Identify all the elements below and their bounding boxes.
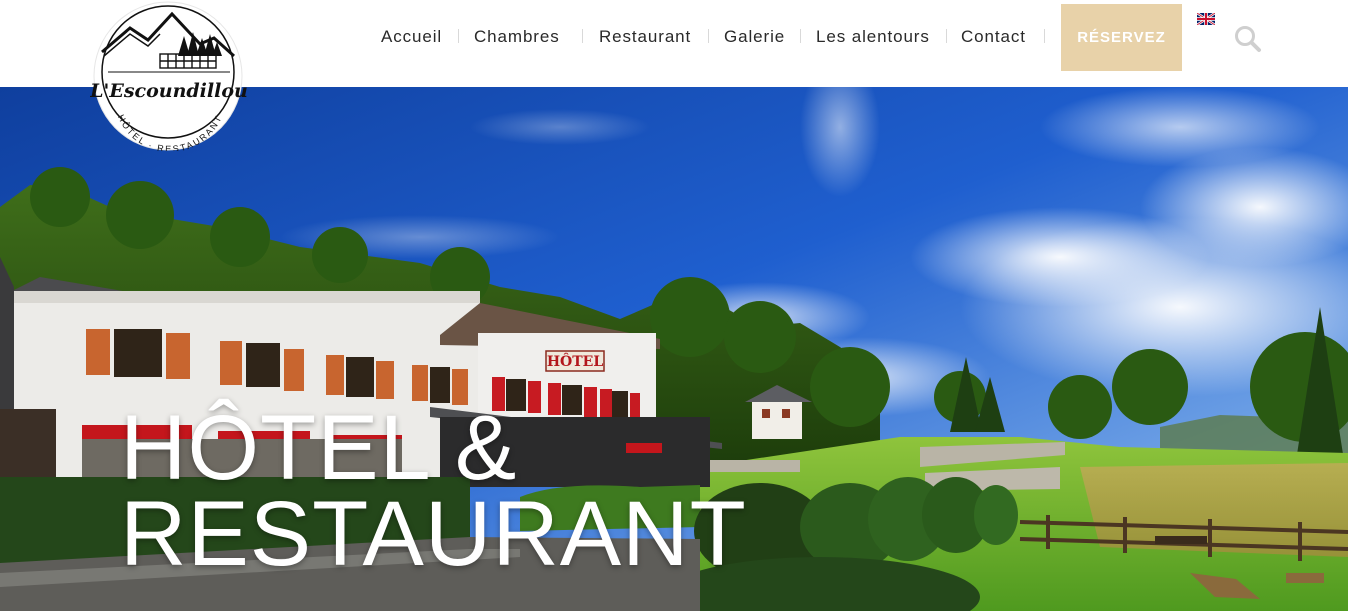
nav-item-restaurant[interactable]: Restaurant — [599, 26, 691, 48]
nav-item-accueil[interactable]: Accueil — [381, 26, 442, 48]
hero-title: HÔTEL & RESTAURANT — [120, 397, 747, 585]
nav-item-les-alentours[interactable]: Les alentours — [816, 26, 930, 48]
hero-title-line2: RESTAURANT — [120, 483, 747, 585]
nav-item-contact[interactable]: Contact — [961, 26, 1026, 48]
hotel-sign: HÔTEL — [547, 352, 604, 370]
brand-logo[interactable]: L'Escoundillou HÔTEL · RESTAURANT — [89, 0, 248, 154]
search-icon[interactable] — [1233, 24, 1263, 54]
brand-name: L'Escoundillou — [90, 80, 247, 102]
nav-separator — [458, 29, 459, 43]
nav-item-galerie[interactable]: Galerie — [724, 26, 785, 48]
nav-separator — [582, 29, 583, 43]
uk-flag-icon[interactable] — [1196, 12, 1216, 26]
nav-separator — [800, 29, 801, 43]
hero-banner: HÔTEL HÔTEL & RESTAURANT — [0, 87, 1348, 611]
reserve-button-label: RÉSERVEZ — [1077, 29, 1166, 46]
nav-item-chambres[interactable]: Chambres — [474, 26, 560, 48]
hero-title-line1: HÔTEL & — [120, 397, 518, 499]
reserve-button[interactable]: RÉSERVEZ — [1061, 4, 1182, 71]
nav-separator — [946, 29, 947, 43]
nav-separator — [708, 29, 709, 43]
nav-separator — [1044, 29, 1045, 43]
